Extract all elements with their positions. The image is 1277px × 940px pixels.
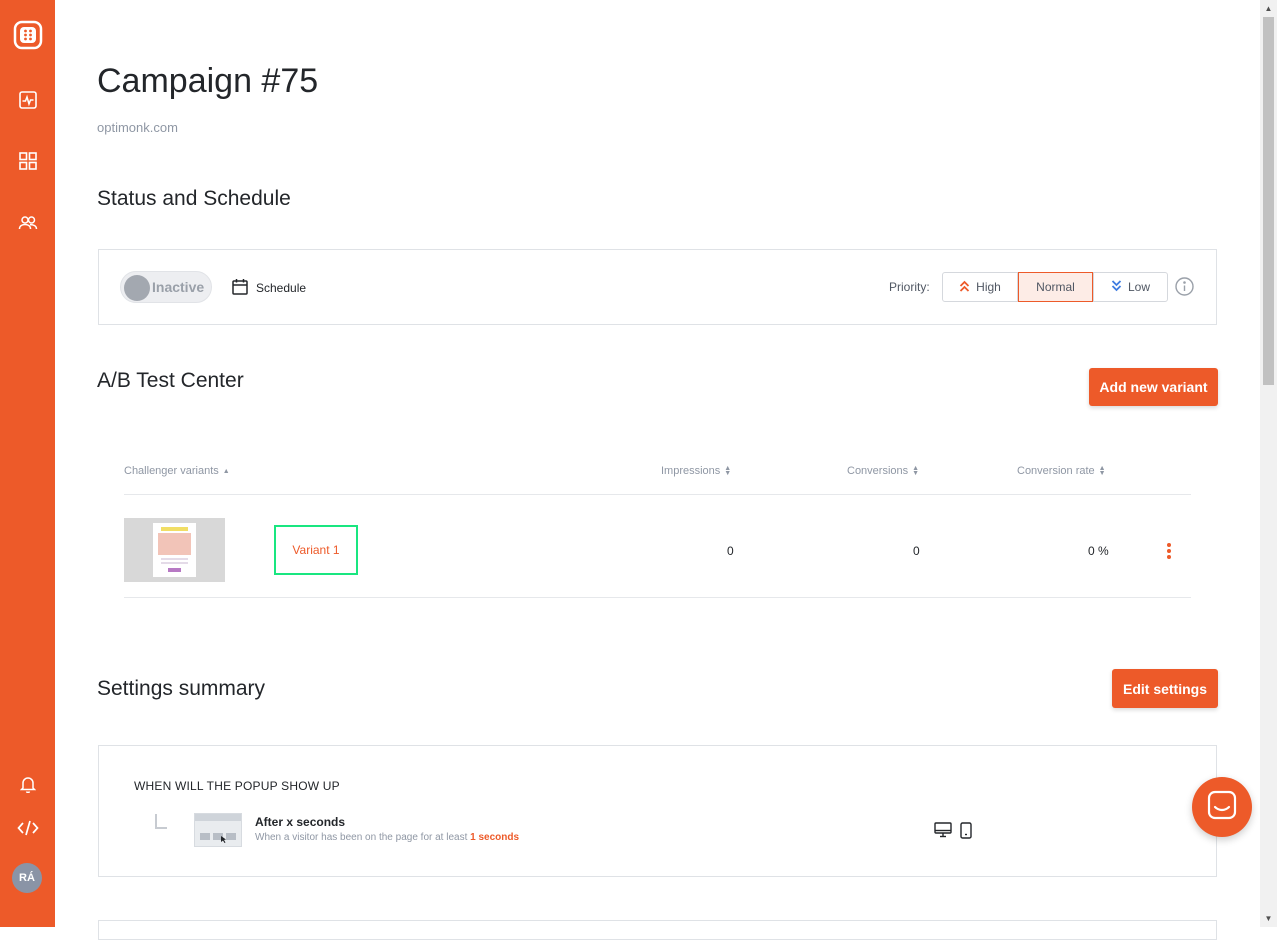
preview-button: [168, 568, 181, 572]
conversions-value: 0: [913, 544, 920, 558]
logo-icon[interactable]: [0, 20, 55, 50]
trigger-thumbnail: [194, 813, 242, 847]
preview-text: [161, 562, 188, 564]
col-header-conversions[interactable]: Conversions ▲ ▼: [847, 465, 919, 477]
edit-settings-button[interactable]: Edit settings: [1112, 669, 1218, 708]
scroll-down-arrow-icon[interactable]: ▼: [1260, 910, 1277, 927]
users-icon[interactable]: [0, 214, 55, 232]
trigger-description: When a visitor has been on the page for …: [255, 832, 519, 843]
col-header-label: Impressions: [661, 465, 721, 477]
settings-summary-heading: Settings summary: [97, 677, 266, 700]
chevrons-up-icon: [959, 280, 976, 295]
scrollbar-thumb[interactable]: [1263, 17, 1274, 385]
conversion-rate-value: 0 %: [1088, 544, 1109, 558]
preview-text: [161, 558, 188, 560]
col-header-label: Conversions: [847, 465, 909, 477]
campaign-domain: optimonk.com: [97, 120, 178, 135]
col-header-label: Conversion rate: [1017, 465, 1095, 477]
trigger-section-title: WHEN WILL THE POPUP SHOW UP: [134, 779, 340, 793]
status-toggle[interactable]: Inactive: [120, 271, 212, 303]
analytics-icon[interactable]: [0, 91, 55, 109]
table-divider: [124, 494, 1191, 495]
code-icon[interactable]: [0, 819, 55, 837]
priority-normal-button[interactable]: Normal: [1018, 272, 1093, 302]
info-icon[interactable]: [1175, 277, 1194, 301]
toggle-label: Inactive: [152, 279, 205, 295]
priority-high-label: High: [976, 280, 1001, 294]
chat-icon: [1207, 790, 1237, 825]
chat-launcher-button[interactable]: [1192, 777, 1252, 837]
col-header-label: Challenger variants: [124, 465, 219, 477]
preview-header: [161, 527, 188, 531]
device-indicators: [934, 822, 972, 844]
desktop-icon: [934, 822, 952, 844]
priority-selector: High Normal Low: [942, 272, 1168, 302]
trigger-title: After x seconds: [255, 815, 346, 829]
kebab-menu-icon[interactable]: [1167, 543, 1171, 559]
col-header-impressions[interactable]: Impressions ▲ ▼: [661, 465, 731, 477]
calendar-icon: [232, 278, 248, 298]
preview-image: [158, 533, 191, 555]
status-schedule-heading: Status and Schedule: [97, 187, 291, 210]
variant-thumbnail[interactable]: [124, 518, 225, 582]
scroll-up-arrow-icon[interactable]: ▲: [1260, 0, 1277, 17]
table-divider: [124, 597, 1191, 598]
col-header-conversion-rate[interactable]: Conversion rate ▲ ▼: [1017, 465, 1106, 477]
trigger-desc-value: 1 seconds: [470, 832, 520, 843]
status-schedule-panel: Inactive Schedule Priority: High Normal: [98, 249, 1217, 325]
priority-low-button[interactable]: Low: [1093, 272, 1168, 302]
col-header-challenger-variants[interactable]: Challenger variants ▲: [124, 465, 230, 477]
variant-name-link[interactable]: Variant 1: [274, 525, 358, 575]
mobile-icon: [960, 822, 972, 844]
chevrons-down-icon: [1111, 279, 1128, 295]
ab-test-heading: A/B Test Center: [97, 369, 244, 392]
toggle-knob: [124, 275, 150, 301]
sidebar: RÁ: [0, 0, 55, 927]
priority-label: Priority:: [889, 280, 930, 294]
tree-connector: [155, 814, 167, 829]
next-summary-panel: [98, 920, 1217, 940]
priority-high-button[interactable]: High: [942, 272, 1018, 302]
sort-icon: ▲ ▼: [1098, 465, 1106, 477]
avatar[interactable]: RÁ: [12, 863, 42, 893]
page-title: Campaign #75: [97, 62, 319, 100]
priority-normal-label: Normal: [1036, 280, 1075, 294]
priority-low-label: Low: [1127, 280, 1150, 294]
schedule-label: Schedule: [256, 281, 307, 295]
add-new-variant-button[interactable]: Add new variant: [1089, 368, 1218, 406]
vertical-scrollbar[interactable]: ▲ ▼: [1260, 0, 1277, 927]
bell-icon[interactable]: [0, 775, 55, 793]
schedule-button[interactable]: Schedule: [232, 278, 306, 298]
popup-preview: [153, 523, 196, 577]
sort-icon: ▲ ▼: [912, 465, 920, 477]
campaigns-grid-icon[interactable]: [0, 152, 55, 170]
trigger-summary-panel: WHEN WILL THE POPUP SHOW UP After x seco…: [98, 745, 1217, 877]
trigger-desc-text: When a visitor has been on the page for …: [255, 832, 468, 843]
impressions-value: 0: [727, 544, 734, 558]
sort-asc-icon: ▲: [222, 467, 230, 475]
sort-icon: ▲ ▼: [724, 465, 732, 477]
main-content: Campaign #75 optimonk.com Status and Sch…: [55, 0, 1260, 940]
